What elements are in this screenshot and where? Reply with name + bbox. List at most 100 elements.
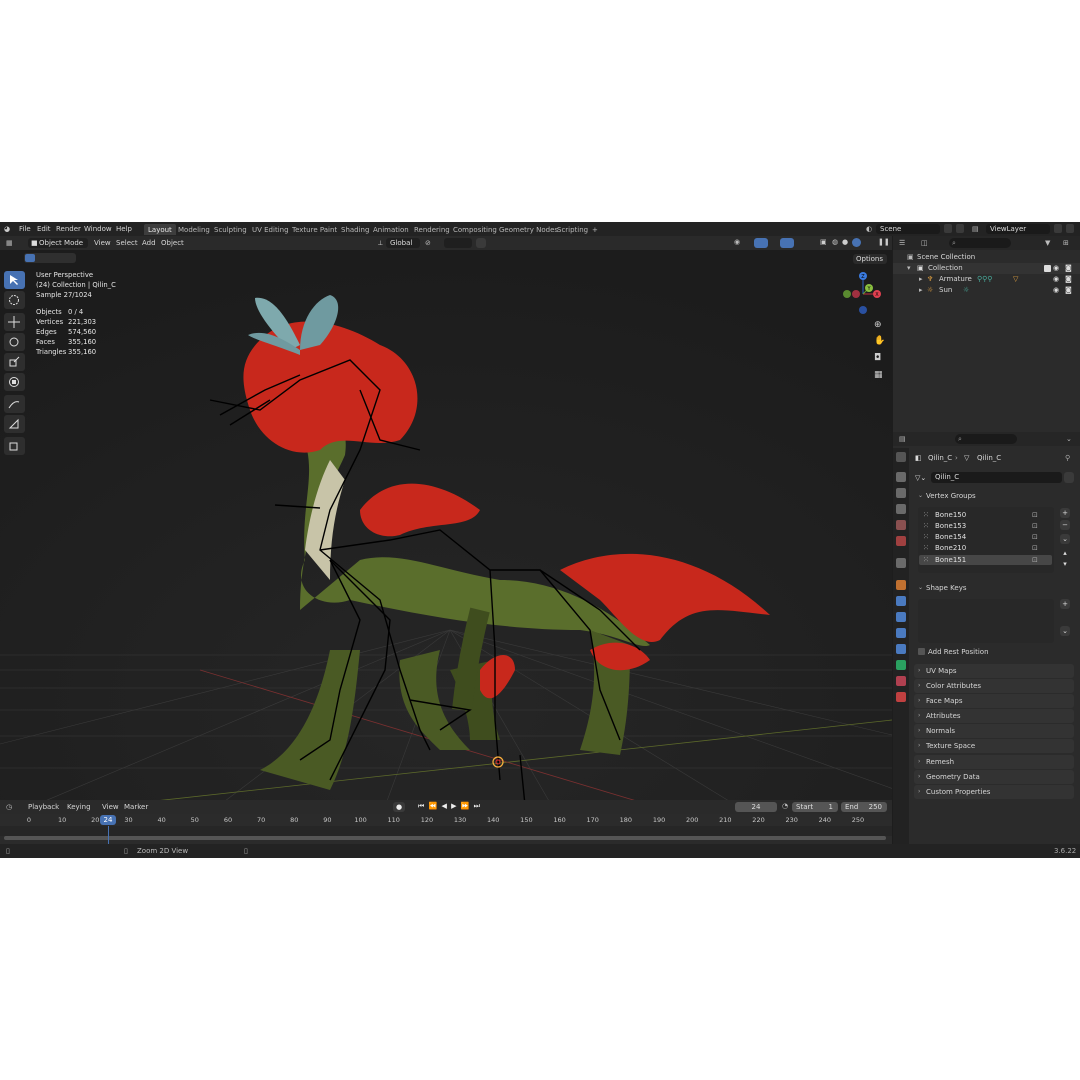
menu-help[interactable]: Help <box>116 225 132 233</box>
world-tab[interactable] <box>896 536 906 546</box>
zoom-icon[interactable]: ⊕ <box>874 320 882 330</box>
vertex-group-specials-button[interactable]: ⌄ <box>1060 534 1070 544</box>
mesh-data-tab[interactable] <box>896 660 906 670</box>
display-mode-icon[interactable]: ◫ <box>921 239 928 247</box>
rotate-tool[interactable] <box>4 333 25 351</box>
playhead-frame-badge[interactable]: 24 <box>100 815 116 825</box>
eye-icon[interactable]: ◉ <box>1053 286 1059 294</box>
menu-object[interactable]: Object <box>161 239 184 247</box>
remove-vertex-group-button[interactable]: − <box>1060 520 1070 530</box>
expand-arrow-icon[interactable]: ▾ <box>907 264 911 272</box>
record-button[interactable]: ● <box>393 802 405 812</box>
breadcrumb-object[interactable]: Qilin_C <box>928 454 952 462</box>
outliner-editor-icon[interactable]: ☰ <box>899 239 905 247</box>
xray-toggle-icon[interactable]: ▣ <box>820 238 827 246</box>
delete-view-layer-button[interactable] <box>1066 224 1074 233</box>
material-tab[interactable] <box>896 676 906 686</box>
new-view-layer-button[interactable] <box>1054 224 1062 233</box>
vertex-group-row[interactable]: ⁙ Bone150 ⊡ <box>919 510 1052 520</box>
menu-add[interactable]: Add <box>142 239 156 247</box>
start-frame-field[interactable]: Start 1 <box>792 802 838 812</box>
tool-tab[interactable] <box>896 452 906 462</box>
scene-selector[interactable]: Scene <box>876 224 940 234</box>
tab-texture-paint[interactable]: Texture Paint <box>288 224 341 235</box>
add-shape-key-button[interactable]: + <box>1060 599 1070 609</box>
3d-viewport[interactable] <box>0 250 892 820</box>
shape-key-specials-button[interactable]: ⌄ <box>1060 626 1070 636</box>
constraints-tab[interactable] <box>896 644 906 654</box>
shape-keys-list[interactable] <box>918 599 1054 643</box>
lock-icon[interactable]: ⊡ <box>1032 522 1038 530</box>
geometry-data-panel[interactable]: › Geometry Data <box>914 770 1074 784</box>
vertex-group-row[interactable]: ⁙ Bone153 ⊡ <box>919 521 1052 531</box>
tab-scripting[interactable]: Scripting <box>553 224 592 235</box>
outliner-item-armature[interactable]: ▸ ♆ Armature ⚲⚲⚲ ▽ ◉ ◙ <box>893 274 1080 285</box>
blender-logo-icon[interactable]: ◕ <box>4 225 10 233</box>
view-layer-tab[interactable] <box>896 504 906 514</box>
eye-icon[interactable]: ◉ <box>1053 264 1059 272</box>
fake-user-button[interactable] <box>1064 472 1074 483</box>
filter-icon[interactable]: ▼ <box>1045 239 1050 247</box>
move-tool[interactable] <box>4 313 25 331</box>
color-attributes-panel[interactable]: › Color Attributes <box>914 679 1074 693</box>
lock-icon[interactable]: ⊡ <box>1032 556 1038 564</box>
outliner-item-sun[interactable]: ▸ ☼ Sun ☼ ◉ ◙ <box>893 285 1080 296</box>
tab-uv-editing[interactable]: UV Editing <box>248 224 293 235</box>
normals-panel[interactable]: › Normals <box>914 724 1074 738</box>
options-menu[interactable]: Options <box>853 254 887 264</box>
tab-rendering[interactable]: Rendering <box>410 224 454 235</box>
eye-icon[interactable]: ◉ <box>1053 275 1059 283</box>
annotate-tool[interactable] <box>4 395 25 413</box>
scene-tab[interactable] <box>896 520 906 530</box>
render-tab[interactable] <box>896 472 906 482</box>
pivot-icon[interactable]: ⊘ <box>425 239 431 247</box>
tab-animation[interactable]: Animation <box>369 224 413 235</box>
delete-scene-button[interactable] <box>956 224 964 233</box>
texture-space-panel[interactable]: › Texture Space <box>914 739 1074 753</box>
visibility-icon[interactable]: ◉ <box>734 238 740 246</box>
expand-arrow-icon[interactable]: ▸ <box>919 286 923 294</box>
properties-search-input[interactable] <box>955 434 1017 444</box>
cursor-tool[interactable] <box>4 291 25 309</box>
menu-render[interactable]: Render <box>56 225 81 233</box>
marker-menu[interactable]: Marker <box>124 803 148 811</box>
shape-keys-panel-header[interactable]: ⌄ Shape Keys <box>914 581 1074 595</box>
particles-tab[interactable] <box>896 612 906 622</box>
timeline-keyframe-track[interactable] <box>0 826 892 836</box>
attributes-panel[interactable]: › Attributes <box>914 709 1074 723</box>
lock-icon[interactable]: ⊡ <box>1032 544 1038 552</box>
orientation-selector[interactable]: Global <box>386 238 420 248</box>
mesh-browse-icon[interactable]: ▽⌄ <box>915 474 926 482</box>
clock-icon[interactable]: ◷ <box>6 803 12 811</box>
face-maps-panel[interactable]: › Face Maps <box>914 694 1074 708</box>
add-vertex-group-button[interactable]: + <box>1060 508 1070 518</box>
expand-arrow-icon[interactable]: ▸ <box>919 275 923 283</box>
object-tab[interactable] <box>896 580 906 590</box>
vertex-group-row-selected[interactable]: ⁙ Bone151 ⊡ <box>919 555 1052 565</box>
mode-selector[interactable]: ■ Object Mode <box>28 238 88 248</box>
vertex-group-row[interactable]: ⁙ Bone154 ⊡ <box>919 532 1052 542</box>
pin-icon[interactable]: ⚲ <box>1065 454 1070 462</box>
pan-hand-icon[interactable]: ✋ <box>874 336 885 346</box>
new-collection-icon[interactable]: ⊞ <box>1063 239 1069 247</box>
chevron-down-icon[interactable]: ⌄ <box>1066 435 1072 443</box>
transform-tool[interactable] <box>4 373 25 391</box>
breadcrumb-mesh[interactable]: Qilin_C <box>977 454 1001 462</box>
playback-menu[interactable]: Playback <box>28 803 59 811</box>
new-scene-button[interactable] <box>944 224 952 233</box>
menu-file[interactable]: File <box>19 225 31 233</box>
end-frame-field[interactable]: End 250 <box>841 802 887 812</box>
current-frame-field[interactable]: 24 <box>735 802 777 812</box>
view-menu[interactable]: View <box>102 803 119 811</box>
outliner-search-input[interactable] <box>949 238 1011 248</box>
proportional-edit-button[interactable] <box>476 238 486 248</box>
menu-view[interactable]: View <box>94 239 111 247</box>
include-checkbox[interactable] <box>1044 265 1051 272</box>
tab-geometry-nodes[interactable]: Geometry Nodes <box>495 224 562 235</box>
playhead-line[interactable] <box>108 826 109 846</box>
move-up-icon[interactable]: ▴ <box>1060 549 1070 559</box>
solid-shading-icon[interactable]: ● <box>842 238 848 246</box>
menu-window[interactable]: Window <box>84 225 112 233</box>
modifier-tab[interactable] <box>896 596 906 606</box>
tab-sculpting[interactable]: Sculpting <box>210 224 251 235</box>
